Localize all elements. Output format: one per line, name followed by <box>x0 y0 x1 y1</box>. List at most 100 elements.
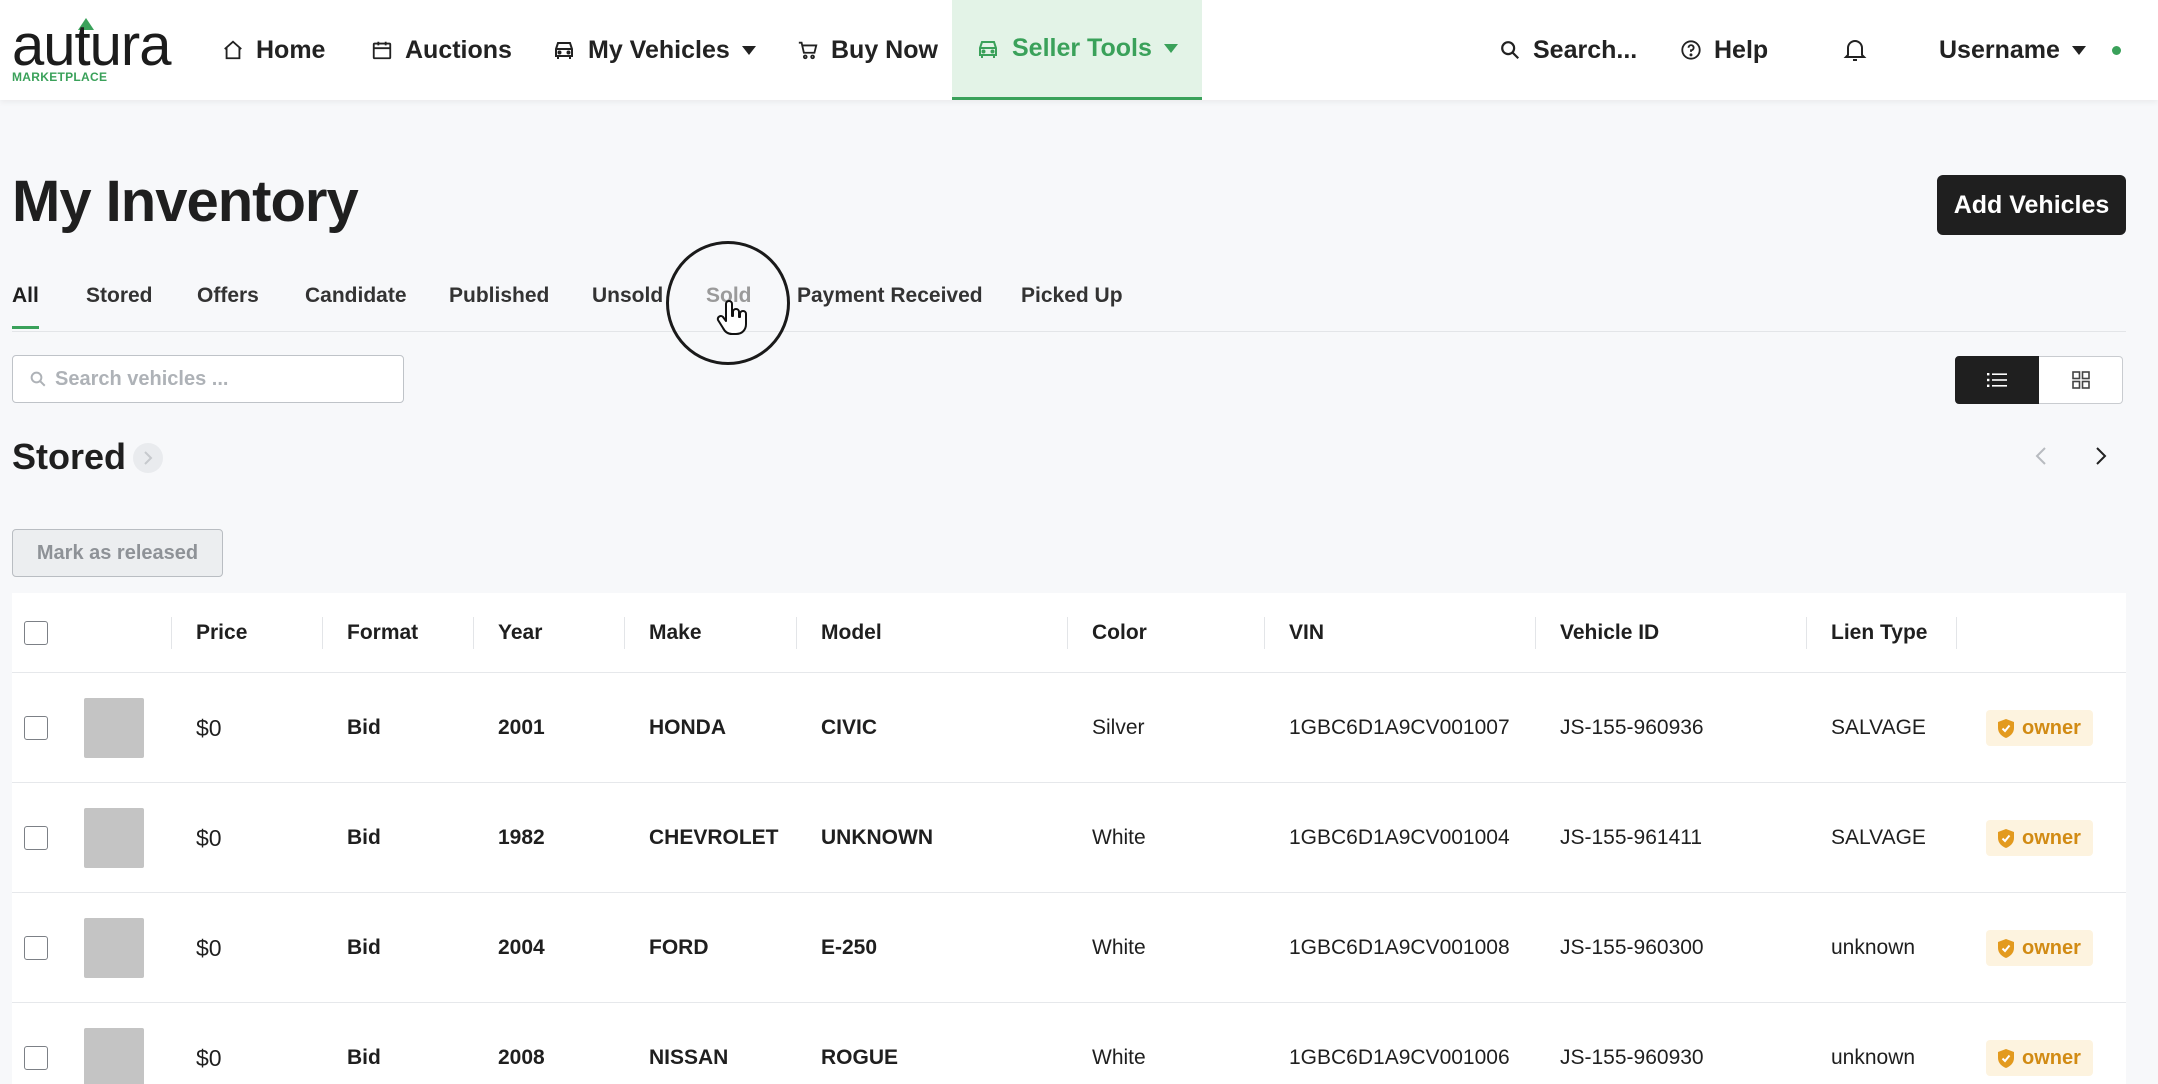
nav-help[interactable]: Help <box>1680 0 1768 100</box>
vehicles-table: Price Format Year Make Model Color VIN V… <box>12 593 2126 1084</box>
cart-icon <box>798 41 818 60</box>
table-row[interactable]: $0 Bid 1982 CHEVROLET UNKNOWN White 1GBC… <box>12 783 2126 893</box>
model-cell: ROGUE <box>821 1046 899 1069</box>
year-cell: 1982 <box>498 826 545 849</box>
top-navbar: autura MARKETPLACE Home Auctions My Vehi… <box>0 0 2158 100</box>
nav-search[interactable]: Search... <box>1499 0 1637 100</box>
format-cell: Bid <box>347 936 381 959</box>
nav-my-vehicles-label: My Vehicles <box>588 35 730 64</box>
column-header-color[interactable]: Color <box>1092 593 1147 673</box>
row-checkbox[interactable] <box>24 716 48 740</box>
nav-help-label: Help <box>1714 35 1769 64</box>
nav-auctions[interactable]: Auctions <box>371 0 512 100</box>
table-row[interactable]: $0 Bid 2001 HONDA CIVIC Silver 1GBC6D1A9… <box>12 673 2126 783</box>
column-header-year[interactable]: Year <box>498 593 542 673</box>
search-icon <box>30 371 46 387</box>
vehicle-thumbnail-cell <box>84 783 144 893</box>
tab-published[interactable]: Published <box>449 284 549 326</box>
lien-type-cell: SALVAGE <box>1831 716 1926 739</box>
column-header-format[interactable]: Format <box>347 593 418 673</box>
vehicle-thumbnail[interactable] <box>84 698 144 758</box>
select-all-cell <box>24 593 48 673</box>
owner-badge-label: owner <box>2022 826 2081 849</box>
list-view-button[interactable] <box>1955 356 2039 404</box>
add-vehicles-button[interactable]: Add Vehicles <box>1937 175 2126 235</box>
nav-seller-tools[interactable]: Seller Tools <box>952 0 1202 100</box>
table-row[interactable]: $0 Bid 2008 NISSAN ROGUE White 1GBC6D1A9… <box>12 1003 2126 1084</box>
search-icon <box>1501 41 1520 60</box>
make-cell: NISSAN <box>649 1046 729 1069</box>
row-select-cell <box>24 783 48 893</box>
tab-unsold[interactable]: Unsold <box>592 284 663 326</box>
column-header-model[interactable]: Model <box>821 593 882 673</box>
section-expand-button[interactable] <box>133 443 163 473</box>
vehicle-id-cell: JS-155-960300 <box>1560 936 1704 959</box>
column-divider <box>473 617 474 649</box>
nav-home[interactable]: Home <box>222 0 325 100</box>
make-cell: HONDA <box>649 716 726 739</box>
tab-all[interactable]: All <box>12 284 39 329</box>
tab-candidate[interactable]: Candidate <box>305 284 407 326</box>
tab-payment-received[interactable]: Payment Received <box>797 284 983 326</box>
chevron-down-icon <box>741 45 756 55</box>
previous-page-button[interactable] <box>2030 444 2052 473</box>
select-all-checkbox[interactable] <box>24 621 48 645</box>
view-toggle <box>1955 356 2123 404</box>
vehicle-thumbnail[interactable] <box>84 808 144 868</box>
grid-view-button[interactable] <box>2039 356 2123 404</box>
vehicle-thumbnail[interactable] <box>84 918 144 978</box>
column-divider <box>1264 617 1265 649</box>
column-header-make[interactable]: Make <box>649 593 702 673</box>
badge-cell: owner <box>1986 893 2093 1003</box>
owner-badge: owner <box>1986 820 2093 856</box>
logo-wordmark: autura <box>12 13 171 78</box>
next-page-button[interactable] <box>2090 444 2112 473</box>
autura-logo[interactable]: autura MARKETPLACE <box>12 16 172 86</box>
tab-picked-up[interactable]: Picked Up <box>1021 284 1123 326</box>
chevron-right-icon <box>2096 447 2107 465</box>
column-divider <box>1067 617 1068 649</box>
column-divider <box>1535 617 1536 649</box>
lien-type-cell: unknown <box>1831 1046 1916 1069</box>
price-cell: $0 <box>196 934 222 961</box>
column-header-vehicle-id[interactable]: Vehicle ID <box>1560 593 1659 673</box>
row-checkbox[interactable] <box>24 936 48 960</box>
year-cell: 2008 <box>498 1046 545 1069</box>
vin-cell: 1GBC6D1A9CV001008 <box>1289 936 1510 959</box>
mark-as-released-button[interactable]: Mark as released <box>12 529 223 577</box>
vehicle-search-box[interactable] <box>12 355 404 403</box>
tab-sold[interactable]: Sold <box>706 284 752 326</box>
user-menu[interactable]: Username <box>1939 0 2121 100</box>
column-header-vin[interactable]: VIN <box>1289 593 1324 673</box>
format-cell: Bid <box>347 826 381 849</box>
chevron-down-icon <box>1163 44 1178 53</box>
notifications-button[interactable] <box>1843 0 1867 100</box>
vehicle-search-input[interactable] <box>55 367 395 391</box>
column-divider <box>796 617 797 649</box>
chevron-left-icon <box>2035 447 2046 465</box>
year-cell: 2001 <box>498 716 545 739</box>
row-checkbox[interactable] <box>24 1046 48 1070</box>
badge-cell: owner <box>1986 673 2093 783</box>
vehicle-thumbnail[interactable] <box>84 1028 144 1084</box>
nav-my-vehicles[interactable]: My Vehicles <box>552 0 756 100</box>
vehicle-id-cell: JS-155-960930 <box>1560 1046 1704 1069</box>
vehicle-thumbnail-cell <box>84 893 144 1003</box>
column-header-price[interactable]: Price <box>196 593 247 673</box>
page-title: My Inventory <box>12 169 359 234</box>
column-header-lien-type[interactable]: Lien Type <box>1831 593 1927 673</box>
owner-badge: owner <box>1986 930 2093 966</box>
car-icon <box>555 42 573 59</box>
row-checkbox[interactable] <box>24 826 48 850</box>
model-cell: E-250 <box>821 936 878 959</box>
owner-badge-label: owner <box>2022 936 2081 959</box>
table-row[interactable]: $0 Bid 2004 FORD E-250 White 1GBC6D1A9CV… <box>12 893 2126 1003</box>
nav-buy-now[interactable]: Buy Now <box>797 0 938 100</box>
tab-stored[interactable]: Stored <box>86 284 153 326</box>
make-cell: CHEVROLET <box>649 826 779 849</box>
tab-offers[interactable]: Offers <box>197 284 259 326</box>
logo-subtitle: MARKETPLACE <box>12 70 108 84</box>
online-status-dot <box>2111 45 2121 55</box>
vin-cell: 1GBC6D1A9CV001006 <box>1289 1046 1510 1069</box>
vin-cell: 1GBC6D1A9CV001007 <box>1289 716 1510 739</box>
